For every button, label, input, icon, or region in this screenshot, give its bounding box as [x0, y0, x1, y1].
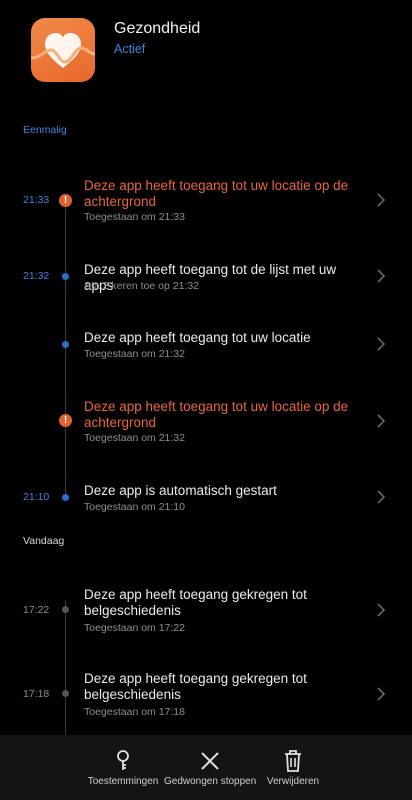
entry-time: 21:32 [23, 270, 50, 282]
list-item[interactable]: Deze app heeft toegang tot uw locatie To… [0, 323, 412, 383]
entry-subtitle: Toegestaan om 21:33 [84, 211, 185, 223]
chevron-right-icon [377, 337, 386, 351]
entry-title: Deze app heeft toegang gekregen tot belg… [84, 587, 307, 618]
timeline-dot [62, 494, 69, 501]
permissions-label: Toestemmingen [87, 776, 159, 787]
entry-title: Deze app heeft toegang tot uw locatie [84, 330, 311, 345]
health-app-icon [31, 18, 95, 82]
entry-title: Deze app heeft toegang gekregen tot belg… [84, 671, 307, 702]
entry-title: Deze app is automatisch gestart [84, 483, 277, 498]
entry-subtitle: Toegestaan om 21:32 [84, 432, 185, 444]
app-header: Gezondheid Actief [0, 0, 412, 100]
section-label-once: Eenmalig [23, 124, 67, 136]
chevron-right-icon [377, 414, 386, 428]
trash-icon [285, 750, 301, 772]
uninstall-label: Verwijderen [266, 776, 320, 787]
list-item[interactable]: 21:33 ! Deze app heeft toegang tot uw lo… [0, 170, 412, 240]
timeline-dot [62, 690, 69, 697]
uninstall-button[interactable]: Verwijderen [262, 735, 324, 800]
chevron-right-icon [377, 687, 386, 701]
bottom-action-bar: Toestemmingen Gedwongen stoppen Verwijde… [0, 735, 412, 800]
entry-subtitle: Toegestaan om 17:18 [84, 706, 185, 718]
section-label-today: Vandaag [23, 535, 65, 547]
entry-time: 21:10 [23, 491, 50, 503]
app-name: Gezondheid [114, 20, 201, 37]
force-stop-label: Gedwongen stoppen [164, 776, 257, 787]
close-icon [201, 752, 219, 770]
entry-subtitle: Toegestaan om 21:10 [84, 501, 185, 513]
warning-icon: ! [59, 414, 72, 427]
entry-time: 17:22 [23, 604, 50, 616]
chevron-right-icon [377, 603, 386, 617]
list-item[interactable]: 21:32 Deze app heeft toegang tot de lijs… [0, 255, 412, 315]
list-item[interactable]: 17:22 Deze app heeft toegang gekregen to… [0, 581, 412, 641]
entry-title: Deze app heeft toegang tot uw locatie op… [84, 178, 349, 209]
entry-subtitle: Toegestaan om 21:32 [84, 348, 185, 360]
timeline-dot [62, 273, 69, 280]
list-item[interactable]: 21:10 Deze app is automatisch gestart To… [0, 476, 412, 526]
warning-icon: ! [59, 194, 72, 207]
entry-time: 21:33 [23, 194, 50, 206]
key-icon [117, 750, 129, 770]
entry-subtitle: Toegestaan om 17:22 [84, 622, 185, 634]
chevron-right-icon [377, 490, 386, 504]
chevron-right-icon [377, 193, 386, 207]
list-item[interactable]: 17:18 Deze app heeft toegang gekregen to… [0, 665, 412, 725]
force-stop-button[interactable]: Gedwongen stoppen [164, 735, 256, 800]
chevron-right-icon [377, 269, 386, 283]
app-status: Actief [114, 42, 146, 56]
entry-title: Deze app heeft toegang tot uw locatie op… [84, 399, 349, 430]
timeline-dot [62, 341, 69, 348]
entry-time: 17:18 [23, 688, 50, 700]
timeline-dot [62, 606, 69, 613]
entry-subtitle: Sta 2 keren toe op 21:32 [84, 280, 200, 292]
permissions-button[interactable]: Toestemmingen [82, 735, 164, 800]
list-item[interactable]: ! Deze app heeft toegang tot uw locatie … [0, 392, 412, 462]
